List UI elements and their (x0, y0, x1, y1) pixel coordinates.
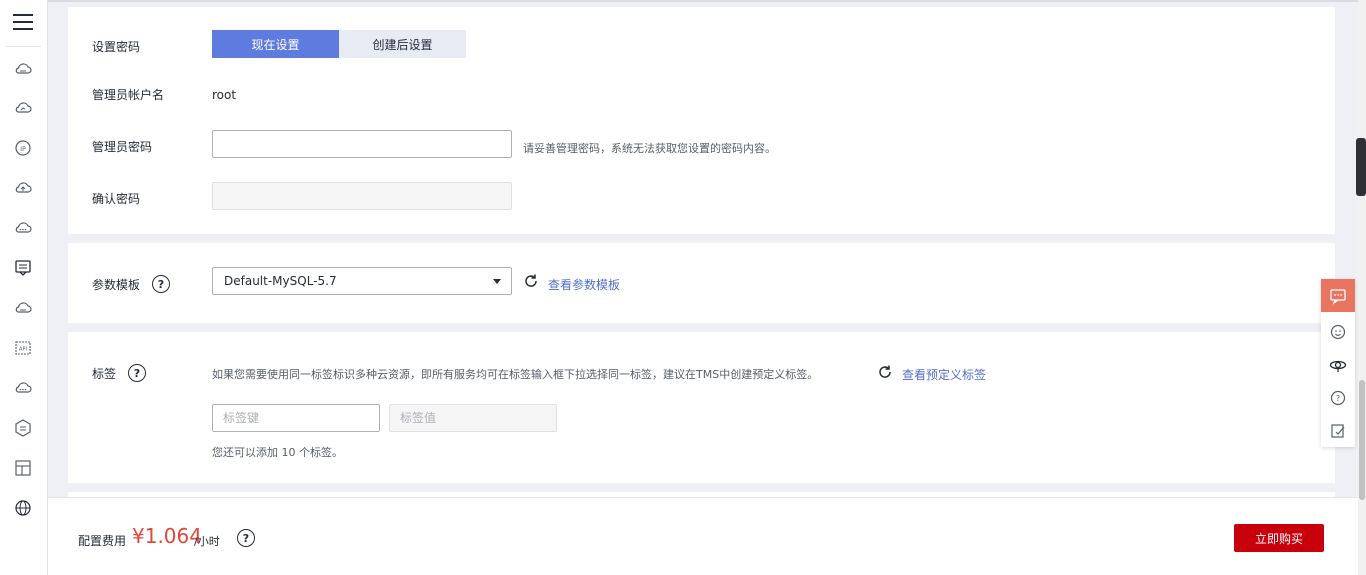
refresh-icon[interactable] (523, 273, 539, 289)
hexagon-database-icon[interactable] (12, 417, 34, 439)
top-divider (48, 0, 1358, 2)
param-template-select[interactable]: Default-MySQL-5.7 (212, 267, 512, 295)
admin-account-label: 管理员帐户名 (92, 88, 165, 102)
help-circle-icon[interactable]: ? (1329, 389, 1347, 407)
api-gateway-icon[interactable]: API (12, 337, 34, 359)
cloud-more-icon[interactable] (12, 217, 34, 239)
feedback-edit-icon[interactable] (1329, 422, 1347, 440)
refresh-tags-icon[interactable] (877, 364, 893, 380)
admin-password-hint: 请妥善管理密码，系统无法获取您设置的密码内容。 (523, 142, 776, 155)
set-now-option[interactable]: 现在设置 (212, 30, 339, 58)
tag-value-input[interactable]: 标签值 (389, 404, 557, 432)
admin-password-input[interactable] (212, 130, 512, 158)
support-agent-icon[interactable] (1329, 356, 1347, 374)
chat-icon[interactable] (1321, 279, 1355, 312)
set-later-option[interactable]: 创建后设置 (339, 30, 466, 58)
fee-help-icon[interactable]: ? (237, 529, 255, 547)
floating-toolbar: ? (1321, 279, 1355, 447)
cloud-service-icon[interactable] (12, 377, 34, 399)
param-help-icon[interactable]: ? (152, 275, 170, 293)
cloud-monitor-icon[interactable] (12, 97, 34, 119)
buy-now-button[interactable]: 立即购买 (1234, 524, 1324, 552)
param-template-label: 参数模板 (92, 278, 141, 292)
set-password-label: 设置密码 (92, 40, 141, 54)
fee-label: 配置费用 (78, 534, 127, 548)
svg-text:IP: IP (20, 146, 26, 153)
tags-remaining-hint: 您还可以添加 10 个标签。 (212, 446, 343, 459)
tags-label: 标签 (92, 367, 117, 381)
message-box-icon[interactable] (12, 257, 34, 279)
sidebar-divider (6, 46, 41, 47)
tags-help-icon[interactable]: ? (128, 364, 146, 382)
cloud-upload-icon[interactable] (12, 177, 34, 199)
hamburger-menu-icon[interactable] (13, 14, 33, 34)
globe-icon[interactable] (12, 497, 34, 519)
fee-unit: /小时 (194, 535, 220, 548)
confirm-password-input[interactable] (212, 182, 512, 210)
scroll-widget (1356, 138, 1366, 196)
parameter-template-card: 参数模板 ? Default-MySQL-5.7 查看参数模板 (68, 243, 1335, 323)
view-predefined-tags-link[interactable]: 查看预定义标签 (902, 366, 986, 383)
tags-description: 如果您需要使用同一标签标识多种云资源，即所有服务均可在标签输入框下拉选择同一标签… (212, 368, 819, 381)
admin-account-value: root (212, 88, 237, 102)
admin-password-label: 管理员密码 (92, 140, 153, 154)
chevron-down-icon (493, 279, 501, 284)
view-param-template-link[interactable]: 查看参数模板 (548, 276, 620, 293)
left-sidebar: IP API (0, 0, 48, 575)
price-footer: 配置费用 ¥1.064 /小时 ? 立即购买 (48, 497, 1358, 575)
tag-key-input[interactable]: 标签键 (212, 404, 380, 432)
page-scrollbar[interactable] (1358, 0, 1366, 575)
elastic-ip-icon[interactable]: IP (12, 137, 34, 159)
layout-grid-icon[interactable] (12, 457, 34, 479)
scrollbar-thumb[interactable] (1359, 380, 1365, 500)
svg-text:API: API (19, 347, 27, 353)
cloud-server-icon[interactable] (12, 58, 34, 80)
smiley-icon[interactable] (1329, 323, 1347, 341)
cloud-storage-icon[interactable] (12, 297, 34, 319)
fee-price: ¥1.064 (132, 524, 202, 548)
tags-card: 标签 ? 如果您需要使用同一标签标识多种云资源，即所有服务均可在标签输入框下拉选… (68, 332, 1335, 483)
param-template-value: Default-MySQL-5.7 (224, 274, 337, 288)
password-mode-toggle: 现在设置 创建后设置 (212, 30, 466, 58)
confirm-password-label: 确认密码 (92, 192, 141, 206)
password-settings-card: 设置密码 现在设置 创建后设置 管理员帐户名 root 管理员密码 请妥善管理密… (68, 7, 1335, 234)
svg-text:?: ? (1336, 394, 1340, 403)
